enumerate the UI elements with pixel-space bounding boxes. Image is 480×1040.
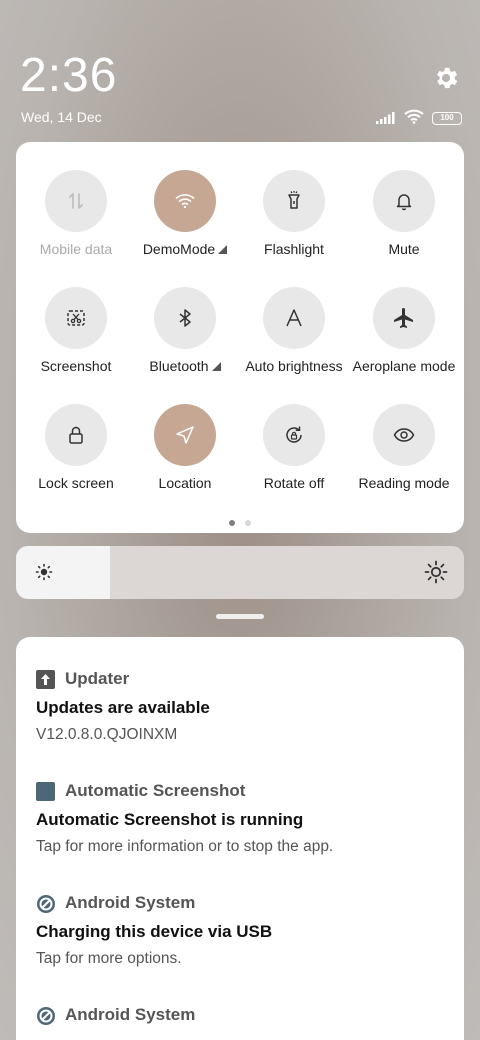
bluetooth-icon bbox=[154, 287, 216, 349]
signal-icon bbox=[376, 109, 396, 128]
tile-label-text: Auto brightness bbox=[245, 358, 343, 374]
notification-body: Tap for more information or to stop the … bbox=[36, 838, 334, 855]
tile-label: Auto brightness bbox=[238, 358, 350, 374]
notification-app-name: Automatic Screenshot bbox=[65, 781, 246, 800]
page-dot-2[interactable] bbox=[245, 520, 251, 526]
app-square-icon bbox=[36, 781, 55, 801]
notification-item[interactable]: Updater Updates are available V12.0.8.0.… bbox=[36, 667, 446, 744]
notification-item[interactable]: Android System Charging this device via … bbox=[36, 891, 446, 968]
tile-label-text: DemoMode bbox=[142, 241, 216, 257]
notification-item[interactable]: Automatic Screenshot Automatic Screensho… bbox=[36, 779, 446, 856]
tile-label-text: Screenshot bbox=[40, 358, 112, 374]
tile-label: Screenshot bbox=[20, 358, 132, 374]
lock-icon bbox=[45, 404, 107, 466]
wifi-icon bbox=[154, 170, 216, 232]
tile-label-text: Aeroplane mode bbox=[352, 358, 456, 374]
notification-app-name: Android System bbox=[65, 893, 196, 912]
tile-label-text: Mute bbox=[388, 241, 420, 257]
brightness-low-icon bbox=[34, 562, 54, 586]
wifi-status-icon bbox=[404, 109, 424, 128]
tile-label-text: Reading mode bbox=[358, 475, 450, 491]
tile-label: Mute bbox=[348, 241, 460, 257]
notification-item[interactable]: Android System bbox=[36, 1003, 446, 1027]
tile-label: Mobile data bbox=[20, 241, 132, 257]
screenshot-icon bbox=[45, 287, 107, 349]
tile-label-text: Bluetooth bbox=[149, 358, 209, 374]
tile-label-text: Location bbox=[158, 475, 212, 491]
bell-icon bbox=[373, 170, 435, 232]
notification-app-name: Updater bbox=[65, 669, 130, 688]
brightness-slider[interactable] bbox=[16, 546, 464, 599]
tile-reading-mode[interactable]: Reading mode bbox=[348, 404, 460, 491]
settings-gear-icon[interactable] bbox=[432, 64, 460, 92]
notification-body: Tap for more options. bbox=[36, 950, 182, 967]
tile-label: Rotate off bbox=[238, 475, 350, 491]
tile-label-text: Lock screen bbox=[38, 475, 114, 491]
notification-title: Charging this device via USB bbox=[36, 922, 273, 941]
tile-label: Reading mode bbox=[348, 475, 460, 491]
tile-label: Bluetooth bbox=[129, 358, 241, 374]
tile-label: Aeroplane mode bbox=[348, 358, 460, 374]
tile-flashlight[interactable]: Flashlight bbox=[238, 170, 350, 257]
notification-app-name: Android System bbox=[65, 1005, 196, 1024]
tile-label: DemoMode bbox=[129, 241, 241, 257]
page-dot-1[interactable] bbox=[229, 520, 235, 526]
brightness-high-icon bbox=[424, 560, 448, 588]
location-icon bbox=[154, 404, 216, 466]
notification-title: Automatic Screenshot is running bbox=[36, 810, 304, 829]
tile-aeroplane-mode[interactable]: Aeroplane mode bbox=[348, 287, 460, 374]
status-icons: 100 bbox=[376, 109, 462, 127]
tile-screenshot[interactable]: Screenshot bbox=[20, 287, 132, 374]
tile-label-text: Mobile data bbox=[39, 241, 113, 257]
tile-label: Flashlight bbox=[238, 241, 350, 257]
drag-handle[interactable] bbox=[216, 614, 264, 619]
battery-icon: 100 bbox=[432, 111, 462, 125]
auto-brightness-icon bbox=[263, 287, 325, 349]
android-system-icon bbox=[36, 894, 55, 913]
tile-lock-screen[interactable]: Lock screen bbox=[20, 404, 132, 491]
notification-title: Updates are available bbox=[36, 698, 210, 717]
page-indicator bbox=[16, 520, 464, 526]
tile-mute[interactable]: Mute bbox=[348, 170, 460, 257]
tile-location[interactable]: Location bbox=[129, 404, 241, 491]
notification-body: V12.0.8.0.QJOINXM bbox=[36, 726, 178, 743]
clock-time: 2:36 bbox=[20, 49, 118, 102]
rotate-lock-icon bbox=[263, 404, 325, 466]
tile-auto-brightness[interactable]: Auto brightness bbox=[238, 287, 350, 374]
tile-rotate-off[interactable]: Rotate off bbox=[238, 404, 350, 491]
flashlight-icon bbox=[263, 170, 325, 232]
brightness-slider-fill bbox=[16, 546, 111, 599]
tile-mobile-data[interactable]: Mobile data bbox=[20, 170, 132, 257]
upload-arrow-icon bbox=[36, 669, 55, 689]
airplane-icon bbox=[373, 287, 435, 349]
expand-arrow-icon bbox=[211, 362, 221, 371]
tile-bluetooth[interactable]: Bluetooth bbox=[129, 287, 241, 374]
eye-icon bbox=[373, 404, 435, 466]
mobile-data-icon bbox=[45, 170, 107, 232]
android-system-icon bbox=[36, 1006, 55, 1025]
expand-arrow-icon bbox=[218, 245, 228, 254]
tile-label-text: Rotate off bbox=[263, 475, 325, 491]
tile-demomode[interactable]: DemoMode bbox=[129, 170, 241, 257]
tile-label: Lock screen bbox=[20, 475, 132, 491]
tile-label: Location bbox=[129, 475, 241, 491]
date-label: Wed, 14 Dec bbox=[21, 109, 102, 125]
tile-label-text: Flashlight bbox=[264, 241, 324, 257]
notification-panel: Updater Updates are available V12.0.8.0.… bbox=[16, 637, 464, 1040]
quick-settings-panel: Mobile data DemoMode Flashlight Mute Screens… bbox=[16, 142, 464, 533]
